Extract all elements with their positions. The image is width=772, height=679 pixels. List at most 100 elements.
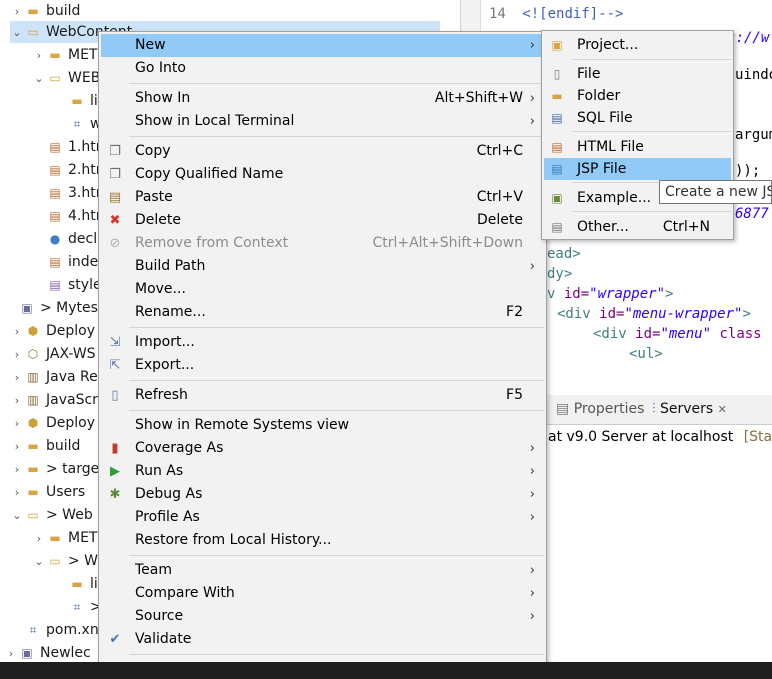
menu-item-label: Debug As (135, 486, 203, 502)
delete-icon: ✖ (109, 213, 121, 228)
submenu-arrow-icon: › (529, 586, 535, 601)
menu-item-delete[interactable]: ✖ Delete Delete (101, 209, 544, 232)
taskbar (0, 662, 772, 679)
code-line-div-menu-wrapper: <div id="menu-wrapper"> (557, 306, 751, 322)
chevron-down-icon[interactable]: ⌄ (32, 551, 46, 573)
menu-item-label: Validate (135, 631, 192, 647)
tree-item-label: decl (68, 231, 98, 247)
submenu-item-folder[interactable]: ▬ Folder (544, 85, 731, 107)
folder-icon: ▬ (27, 485, 39, 499)
tree-item-label: WEB (68, 70, 101, 86)
submenu-arrow-icon: › (529, 563, 535, 578)
submenu-item-jsp-file[interactable]: ▤ JSP File (544, 158, 731, 180)
chevron-right-icon[interactable]: › (10, 459, 24, 481)
menu-item-show-in[interactable]: Show In Alt+Shift+W › (101, 87, 544, 110)
menu-item-copy-qualified-name[interactable]: ❐ Copy Qualified Name (101, 163, 544, 186)
chevron-right-icon[interactable]: › (10, 1, 24, 23)
paste-icon: ▤ (108, 190, 122, 205)
library-icon: ▥ (27, 393, 39, 407)
refresh-icon: ▯ (111, 388, 119, 403)
code-fragment: uindo (735, 67, 772, 83)
menu-item-show-in-remote-systems-view[interactable]: Show in Remote Systems view (101, 414, 544, 437)
line-number: 14 (489, 6, 506, 22)
menu-item-label: Coverage As (135, 440, 224, 456)
tree-item-label: 2.htr (68, 162, 102, 178)
menu-item-restore-from-local-history[interactable]: Restore from Local History... (101, 529, 544, 552)
menu-item-label: Source (135, 608, 184, 624)
chevron-right-icon[interactable]: › (10, 344, 24, 366)
folder-open-icon: ▭ (27, 25, 39, 39)
submenu-item-html-file[interactable]: ▤ HTML File (544, 136, 731, 158)
server-entry[interactable]: at v9.0 Server at localhost [Starte (548, 429, 772, 445)
menu-item-profile-as[interactable]: Profile As › (101, 506, 544, 529)
menu-item-label: Restore from Local History... (135, 532, 332, 548)
menu-item-compare-with[interactable]: Compare With › (101, 582, 544, 605)
menu-item-run-as[interactable]: ▶ Run As › (101, 460, 544, 483)
menu-item-label: Profile As (135, 509, 200, 525)
import-icon: ⇲ (109, 335, 121, 350)
submenu-item-project[interactable]: ▣ Project... (544, 34, 731, 56)
close-icon[interactable]: ✕ (718, 403, 727, 416)
menu-item-build-path[interactable]: Build Path › (101, 255, 544, 278)
menu-item-label: Paste (135, 189, 173, 205)
submenu-item-sql-file[interactable]: ▤ SQL File (544, 107, 731, 129)
menu-item-label: Show in Local Terminal (135, 113, 295, 129)
menu-item-label: Team (135, 562, 173, 578)
tree-item-label: 3.htr (68, 185, 102, 201)
chevron-down-icon[interactable]: ⌄ (32, 68, 46, 90)
folder-open-icon: ▭ (27, 508, 39, 522)
tab-properties[interactable]: ▤ Properties (556, 401, 644, 417)
chevron-right-icon[interactable]: › (10, 482, 24, 504)
submenu-item-label: SQL File (577, 110, 633, 126)
code-line-14: 14 <![endif]--> (489, 6, 623, 22)
submenu-item-shortcut: Ctrl+N (662, 219, 710, 235)
menu-item-copy[interactable]: ❐ Copy Ctrl+C (101, 140, 544, 163)
remove-context-icon: ⊘ (109, 236, 121, 251)
chevron-right-icon[interactable]: › (10, 321, 24, 343)
tree-item[interactable]: › ▬ build (10, 0, 440, 22)
menu-item-team[interactable]: Team › (101, 559, 544, 582)
chevron-down-icon[interactable]: ⌄ (10, 505, 24, 527)
debug-icon: ✱ (109, 487, 121, 502)
chevron-right-icon[interactable]: › (10, 390, 24, 412)
menu-item-move[interactable]: Move... (101, 278, 544, 301)
chevron-right-icon[interactable]: › (10, 367, 24, 389)
menu-item-import[interactable]: ⇲ Import... (101, 331, 544, 354)
menu-item-source[interactable]: Source › (101, 605, 544, 628)
tree-item-label: > W (68, 553, 99, 569)
menu-item-refresh[interactable]: ▯ Refresh F5 (101, 384, 544, 407)
properties-icon: ▤ (556, 401, 570, 417)
html-file-icon: ▤ (49, 255, 61, 269)
tooltip: Create a new JS (659, 180, 772, 204)
tree-item-label: MET (68, 47, 98, 63)
menu-item-debug-as[interactable]: ✱ Debug As › (101, 483, 544, 506)
menu-item-rename[interactable]: Rename... F2 (101, 301, 544, 324)
tree-item-label: inde (68, 254, 99, 270)
chevron-right-icon[interactable]: › (10, 413, 24, 435)
tree-item-label: build (46, 438, 81, 454)
menu-separator (129, 555, 544, 556)
menu-item-coverage-as[interactable]: ▮ Coverage As › (101, 437, 544, 460)
chevron-right-icon[interactable]: › (10, 436, 24, 458)
menu-separator (129, 654, 544, 655)
submenu-arrow-icon: › (529, 91, 535, 106)
submenu-item-label: File (577, 66, 601, 82)
chevron-right-icon[interactable]: › (32, 528, 46, 550)
code-comment: <![endif]--> (522, 6, 624, 22)
menu-item-paste[interactable]: ▤ Paste Ctrl+V (101, 186, 544, 209)
submenu-arrow-icon: › (529, 487, 535, 502)
tree-item-label: > Mytest (40, 300, 104, 316)
menu-item-new[interactable]: New › (101, 34, 544, 57)
menu-item-shortcut: F5 (506, 387, 523, 403)
chevron-down-icon[interactable]: ⌄ (10, 22, 24, 44)
submenu-item-file[interactable]: ▯ File (544, 63, 731, 85)
menu-item-export[interactable]: ⇱ Export... (101, 354, 544, 377)
menu-item-label: Refresh (135, 387, 188, 403)
submenu-item-other[interactable]: ▤ Other... Ctrl+N (544, 216, 731, 238)
menu-item-validate[interactable]: ✔ Validate (101, 628, 544, 651)
tab-servers[interactable]: ⫶ Servers ✕ (652, 401, 727, 417)
project-icon: ▣ (21, 301, 33, 315)
menu-item-show-in-local-terminal[interactable]: Show in Local Terminal › (101, 110, 544, 133)
menu-item-go-into[interactable]: Go Into (101, 57, 544, 80)
chevron-right-icon[interactable]: › (32, 45, 46, 67)
